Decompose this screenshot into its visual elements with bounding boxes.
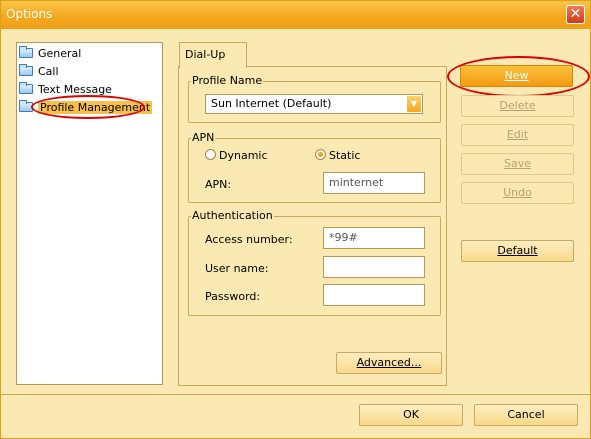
authentication-group: Authentication Access number: *99# User … bbox=[188, 209, 441, 316]
profile-select-value: Sun Internet (Default) bbox=[211, 97, 332, 110]
radio-unchecked-icon bbox=[205, 149, 216, 160]
tree-item-label: Call bbox=[38, 65, 59, 78]
apn-input[interactable]: minternet bbox=[323, 172, 425, 194]
profile-select[interactable]: Sun Internet (Default) ▼ bbox=[205, 94, 423, 114]
tab-label: Dial-Up bbox=[185, 48, 226, 61]
tree-item-label: General bbox=[38, 47, 82, 60]
advanced-button-label: Advanced... bbox=[356, 356, 422, 369]
apn-input-value: minternet bbox=[329, 176, 384, 189]
title-bar[interactable]: Options ✕ bbox=[1, 1, 590, 29]
options-dialog: Options ✕ General Call Text Message Prof… bbox=[0, 0, 591, 439]
profile-name-group: Profile Name Sun Internet (Default) ▼ bbox=[188, 74, 441, 123]
ok-button[interactable]: OK bbox=[359, 404, 463, 426]
radio-dynamic[interactable]: Dynamic bbox=[205, 149, 268, 162]
access-number-value: *99# bbox=[329, 231, 358, 244]
highlight-annotation bbox=[31, 95, 145, 119]
tab-dial-up[interactable]: Dial-Up bbox=[179, 42, 247, 68]
radio-static[interactable]: Static bbox=[315, 149, 360, 162]
highlight-annotation bbox=[447, 56, 590, 97]
username-input[interactable] bbox=[323, 256, 425, 278]
delete-button[interactable]: Delete bbox=[461, 95, 574, 117]
cancel-button-label: Cancel bbox=[507, 408, 545, 421]
undo-button[interactable]: Undo bbox=[461, 182, 574, 204]
password-label: Password: bbox=[205, 290, 261, 303]
edit-button[interactable]: Edit bbox=[461, 124, 574, 146]
chevron-down-icon[interactable]: ▼ bbox=[407, 96, 421, 112]
ok-button-label: OK bbox=[403, 408, 419, 421]
folder-icon bbox=[19, 46, 33, 58]
profile-name-legend: Profile Name bbox=[191, 74, 264, 87]
folder-icon bbox=[19, 64, 33, 76]
tree-item-general[interactable]: General bbox=[19, 45, 81, 63]
advanced-button[interactable]: Advanced... bbox=[336, 352, 442, 374]
username-label: User name: bbox=[205, 262, 269, 275]
cancel-button[interactable]: Cancel bbox=[474, 404, 578, 426]
save-button-label: Save bbox=[503, 157, 531, 170]
default-button-label: Default bbox=[497, 244, 538, 257]
tree-item-label: Text Message bbox=[38, 83, 112, 96]
access-number-label: Access number: bbox=[205, 233, 293, 246]
undo-button-label: Undo bbox=[503, 186, 532, 199]
delete-button-label: Delete bbox=[499, 99, 536, 112]
close-button[interactable]: ✕ bbox=[566, 5, 585, 24]
apn-group: APN Dynamic Static APN: minternet bbox=[188, 131, 441, 203]
dial-up-panel: Profile Name Sun Internet (Default) ▼ AP… bbox=[178, 66, 447, 386]
footer-divider bbox=[1, 394, 590, 395]
edit-button-label: Edit bbox=[506, 128, 529, 141]
folder-icon bbox=[19, 82, 33, 94]
radio-static-label: Static bbox=[329, 149, 361, 162]
close-icon: ✕ bbox=[569, 6, 582, 22]
password-input[interactable] bbox=[323, 284, 425, 306]
access-number-input[interactable]: *99# bbox=[323, 227, 425, 249]
radio-checked-icon bbox=[315, 149, 326, 160]
default-button[interactable]: Default bbox=[461, 240, 574, 262]
tree-item-call[interactable]: Call bbox=[19, 63, 59, 81]
options-tree: General Call Text Message Profile Manage… bbox=[16, 42, 163, 385]
window-title: Options bbox=[6, 7, 53, 21]
apn-legend: APN bbox=[191, 131, 216, 144]
apn-label: APN: bbox=[205, 178, 232, 191]
authentication-legend: Authentication bbox=[191, 209, 274, 222]
radio-dynamic-label: Dynamic bbox=[219, 149, 268, 162]
save-button[interactable]: Save bbox=[461, 153, 574, 175]
